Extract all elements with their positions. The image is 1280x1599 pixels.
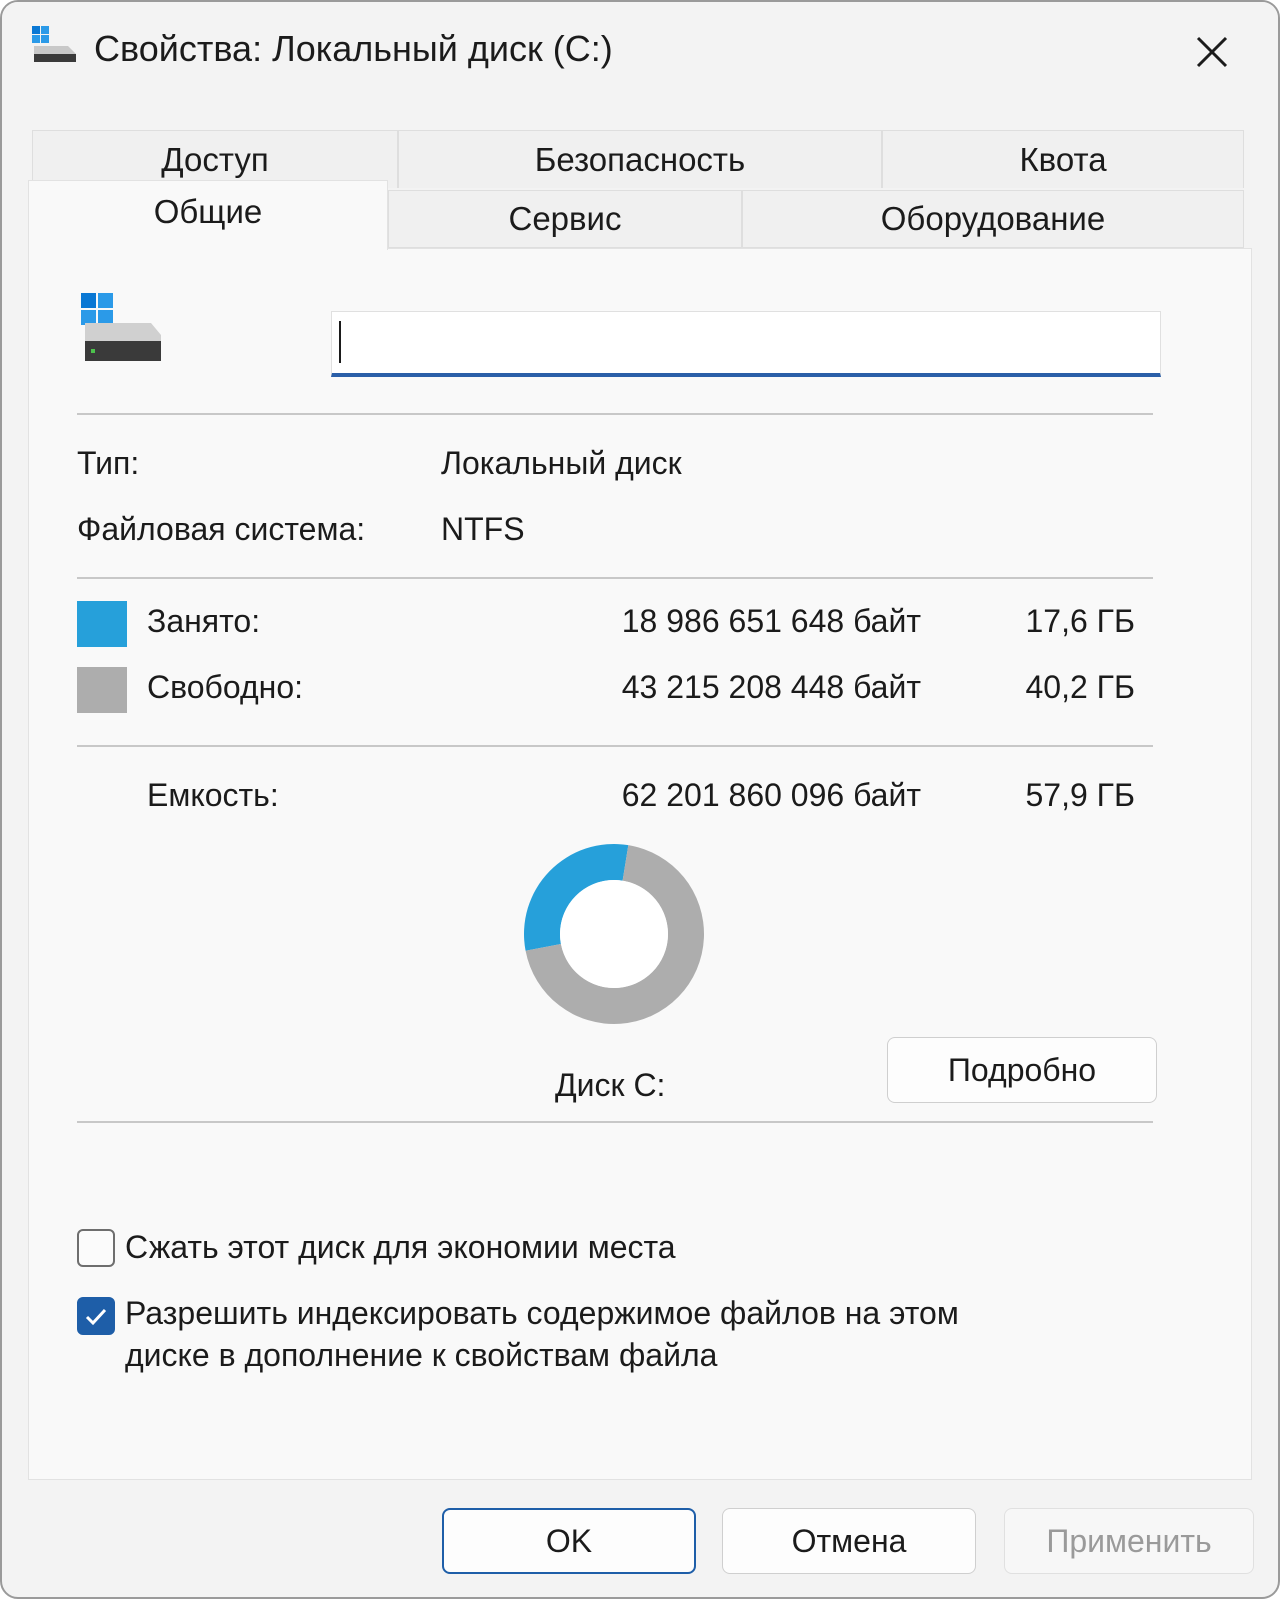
filesystem-label: Файловая система:	[77, 511, 366, 547]
capacity-size: 57,9 ГБ	[1025, 777, 1136, 813]
checkmark-icon	[85, 1308, 107, 1326]
text-cursor	[339, 321, 341, 363]
compress-checkbox[interactable]	[77, 1229, 115, 1267]
type-label: Тип:	[77, 445, 140, 481]
disk-label: Диск C:	[555, 1067, 666, 1103]
capacity-label: Емкость:	[147, 777, 279, 813]
general-tab-panel: Тип: Локальный диск Файловая система: NT…	[28, 248, 1252, 1480]
type-value: Локальный диск	[441, 445, 682, 481]
close-button[interactable]	[1182, 22, 1242, 82]
capacity-bytes: 62 201 860 096 байт	[621, 777, 921, 813]
donut-hole	[560, 880, 668, 988]
window-title: Свойства: Локальный диск (C:)	[94, 28, 613, 69]
used-bytes: 18 986 651 648 байт	[621, 603, 921, 639]
separator	[77, 745, 1153, 747]
close-icon[interactable]	[1182, 22, 1242, 82]
free-label: Свободно:	[147, 669, 303, 705]
index-label-line2[interactable]: диске в дополнение к свойствам файла	[125, 1337, 717, 1374]
title-bar: Свойства: Локальный диск (C:)	[2, 2, 1278, 102]
tab-security[interactable]: Безопасность	[398, 130, 882, 188]
free-space-swatch	[77, 667, 127, 713]
separator	[77, 1121, 1153, 1123]
free-bytes: 43 215 208 448 байт	[621, 669, 921, 705]
separator	[77, 577, 1153, 579]
index-label-line1[interactable]: Разрешить индексировать содержимое файло…	[125, 1295, 959, 1332]
used-space-swatch	[77, 601, 127, 647]
drive-icon	[81, 293, 165, 365]
compress-label[interactable]: Сжать этот диск для экономии места	[125, 1229, 676, 1266]
properties-dialog: Свойства: Локальный диск (C:) Доступ Без…	[0, 0, 1280, 1599]
separator	[77, 413, 1153, 415]
used-size: 17,6 ГБ	[1025, 603, 1136, 639]
apply-button: Применить	[1004, 1508, 1254, 1574]
tab-tools[interactable]: Сервис	[388, 190, 742, 248]
details-button[interactable]: Подробно	[887, 1037, 1157, 1103]
tab-hardware[interactable]: Оборудование	[742, 190, 1244, 248]
drive-icon	[30, 26, 78, 66]
tab-general[interactable]: Общие	[28, 180, 388, 250]
disk-usage-chart	[524, 844, 704, 1024]
free-size: 40,2 ГБ	[1025, 669, 1136, 705]
tab-quota[interactable]: Квота	[882, 130, 1244, 188]
cancel-button[interactable]: Отмена	[722, 1508, 976, 1574]
drive-name-input[interactable]	[331, 311, 1161, 377]
filesystem-value: NTFS	[441, 511, 525, 547]
index-checkbox[interactable]	[77, 1297, 115, 1335]
ok-button[interactable]: OK	[442, 1508, 696, 1574]
used-label: Занято:	[147, 603, 261, 639]
